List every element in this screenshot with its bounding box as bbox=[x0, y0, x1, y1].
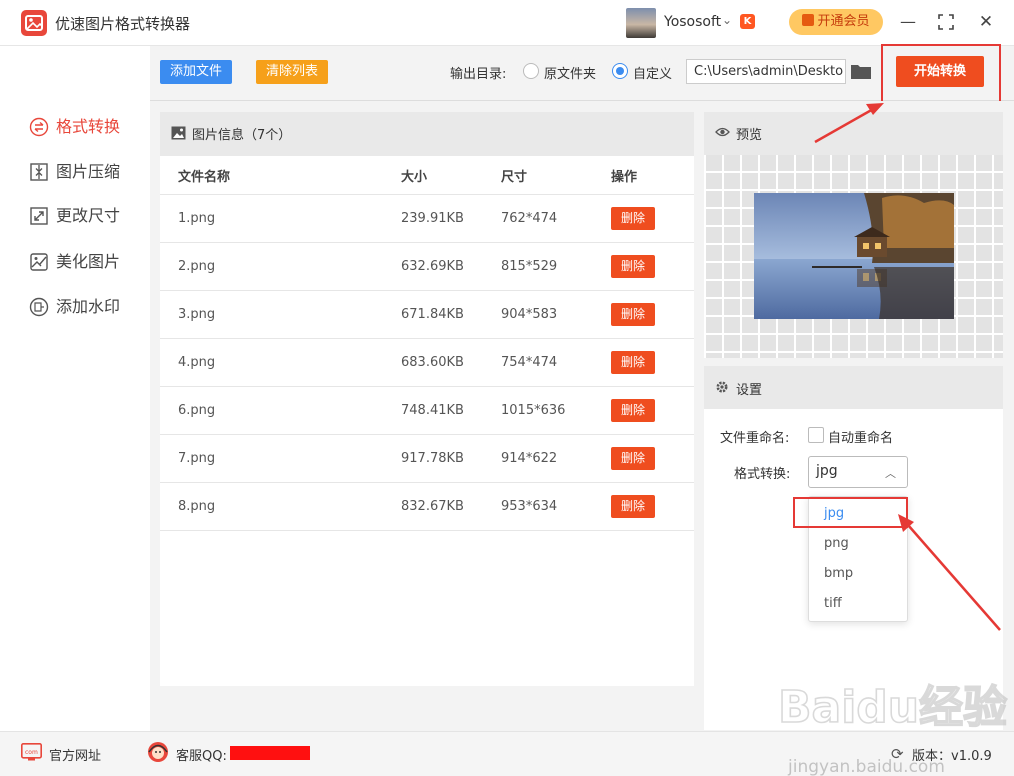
watermark-icon bbox=[29, 297, 49, 317]
preview-image bbox=[754, 193, 954, 319]
sidebar-item-label: 美化图片 bbox=[56, 252, 121, 271]
file-name: 4.png bbox=[178, 355, 216, 370]
format-option-bmp[interactable]: bmp bbox=[824, 566, 853, 581]
image-icon bbox=[171, 126, 186, 144]
vip-button[interactable]: 开通会员 bbox=[789, 9, 883, 35]
website-link[interactable]: 官方网址 bbox=[49, 745, 101, 764]
qq-label: 客服QQ: bbox=[176, 749, 227, 764]
sidebar-item-label: 图片压缩 bbox=[56, 162, 121, 181]
delete-button[interactable]: 删除 bbox=[611, 447, 655, 470]
column-header-action: 操作 bbox=[611, 170, 638, 185]
minimize-icon[interactable]: — bbox=[897, 10, 919, 34]
eye-icon bbox=[715, 126, 730, 142]
auto-rename-checkbox[interactable] bbox=[808, 427, 824, 443]
vip-button-label: 开通会员 bbox=[817, 14, 870, 29]
sidebar bbox=[0, 101, 150, 731]
sidebar-item-label: 更改尺寸 bbox=[56, 206, 121, 225]
add-file-button[interactable]: 添加文件 bbox=[160, 60, 232, 84]
baidu-jingyan-watermark: Baidu经验 jingyan.baidu.com bbox=[777, 681, 1008, 776]
user-name[interactable]: Yososoft bbox=[664, 14, 721, 30]
settings-title: 设置 bbox=[736, 383, 763, 398]
file-dimensions: 1015*636 bbox=[501, 403, 566, 418]
file-size: 683.60KB bbox=[401, 355, 464, 370]
compress-icon bbox=[30, 163, 48, 181]
table-row: 6.png 748.41KB 1015*636 删除 bbox=[160, 387, 694, 435]
column-header-name: 文件名称 bbox=[178, 170, 231, 185]
convert-icon bbox=[29, 117, 49, 137]
file-size: 748.41KB bbox=[401, 403, 464, 418]
customer-service-icon bbox=[147, 741, 169, 763]
radio-original-folder[interactable] bbox=[523, 63, 539, 79]
file-size: 832.67KB bbox=[401, 499, 464, 514]
vip-crown-icon bbox=[802, 14, 815, 26]
start-button-highlight-box bbox=[881, 44, 1001, 107]
delete-button[interactable]: 删除 bbox=[611, 255, 655, 278]
watermark-brand: Baidu经验 bbox=[778, 682, 1007, 733]
table-row: 8.png 832.67KB 953*634 删除 bbox=[160, 483, 694, 531]
app-title: 优速图片格式转换器 bbox=[55, 15, 191, 33]
output-path-input[interactable]: C:\Users\admin\Deskto bbox=[686, 59, 846, 84]
radio-original-label[interactable]: 原文件夹 bbox=[544, 63, 596, 82]
jpg-option-highlight-box bbox=[793, 497, 908, 528]
sidebar-item-label: 格式转换 bbox=[56, 117, 121, 136]
delete-button[interactable]: 删除 bbox=[611, 399, 655, 422]
chevron-down-icon[interactable]: ⌄ bbox=[722, 13, 732, 27]
file-dimensions: 762*474 bbox=[501, 211, 558, 226]
resize-icon bbox=[30, 207, 48, 225]
image-info-title: 图片信息（7个） bbox=[192, 128, 292, 143]
file-size: 632.69KB bbox=[401, 259, 464, 274]
table-row: 1.png 239.91KB 762*474 删除 bbox=[160, 195, 694, 243]
delete-button[interactable]: 删除 bbox=[611, 351, 655, 374]
file-name: 6.png bbox=[178, 403, 216, 418]
delete-button[interactable]: 删除 bbox=[611, 207, 655, 230]
file-name: 3.png bbox=[178, 307, 216, 322]
svg-text:com: com bbox=[25, 749, 38, 756]
file-size: 239.91KB bbox=[401, 211, 464, 226]
output-dir-label: 输出目录: bbox=[450, 67, 507, 82]
avatar[interactable] bbox=[626, 8, 656, 38]
file-name: 2.png bbox=[178, 259, 216, 274]
app-logo-icon bbox=[21, 10, 47, 36]
gear-icon bbox=[715, 380, 729, 398]
format-option-png[interactable]: png bbox=[824, 536, 849, 551]
table-row: 3.png 671.84KB 904*583 删除 bbox=[160, 291, 694, 339]
table-row: 7.png 917.78KB 914*622 删除 bbox=[160, 435, 694, 483]
maximize-icon[interactable] bbox=[935, 10, 957, 34]
delete-button[interactable]: 删除 bbox=[611, 495, 655, 518]
file-size: 671.84KB bbox=[401, 307, 464, 322]
file-size: 917.78KB bbox=[401, 451, 464, 466]
rename-label: 文件重命名: bbox=[720, 431, 790, 446]
chevron-up-icon[interactable]: ︿ bbox=[885, 465, 896, 481]
table-row: 2.png 632.69KB 815*529 删除 bbox=[160, 243, 694, 291]
qq-number-redacted bbox=[230, 746, 310, 760]
vip-badge-icon: K bbox=[740, 14, 755, 29]
file-dimensions: 914*622 bbox=[501, 451, 558, 466]
format-label: 格式转换: bbox=[734, 467, 791, 482]
format-select-value: jpg bbox=[816, 463, 838, 479]
file-name: 1.png bbox=[178, 211, 216, 226]
close-icon[interactable]: ✕ bbox=[975, 10, 997, 34]
table-row: 4.png 683.60KB 754*474 删除 bbox=[160, 339, 694, 387]
preview-title: 预览 bbox=[736, 128, 763, 143]
file-dimensions: 904*583 bbox=[501, 307, 558, 322]
file-dimensions: 815*529 bbox=[501, 259, 558, 274]
clear-list-button[interactable]: 清除列表 bbox=[256, 60, 328, 84]
column-header-dimensions: 尺寸 bbox=[501, 170, 528, 185]
file-name: 8.png bbox=[178, 499, 216, 514]
delete-button[interactable]: 删除 bbox=[611, 303, 655, 326]
radio-custom-folder[interactable] bbox=[612, 63, 628, 79]
file-dimensions: 754*474 bbox=[501, 355, 558, 370]
watermark-url: jingyan.baidu.com bbox=[787, 757, 945, 776]
auto-rename-label[interactable]: 自动重命名 bbox=[828, 427, 893, 446]
format-option-tiff[interactable]: tiff bbox=[824, 596, 842, 611]
file-name: 7.png bbox=[178, 451, 216, 466]
file-dimensions: 953*634 bbox=[501, 499, 558, 514]
folder-icon[interactable] bbox=[850, 62, 872, 80]
column-header-size: 大小 bbox=[401, 170, 428, 185]
radio-custom-label[interactable]: 自定义 bbox=[633, 63, 672, 82]
website-icon[interactable]: com bbox=[21, 743, 42, 761]
beautify-icon bbox=[30, 253, 48, 271]
sidebar-item-label: 添加水印 bbox=[56, 297, 121, 316]
